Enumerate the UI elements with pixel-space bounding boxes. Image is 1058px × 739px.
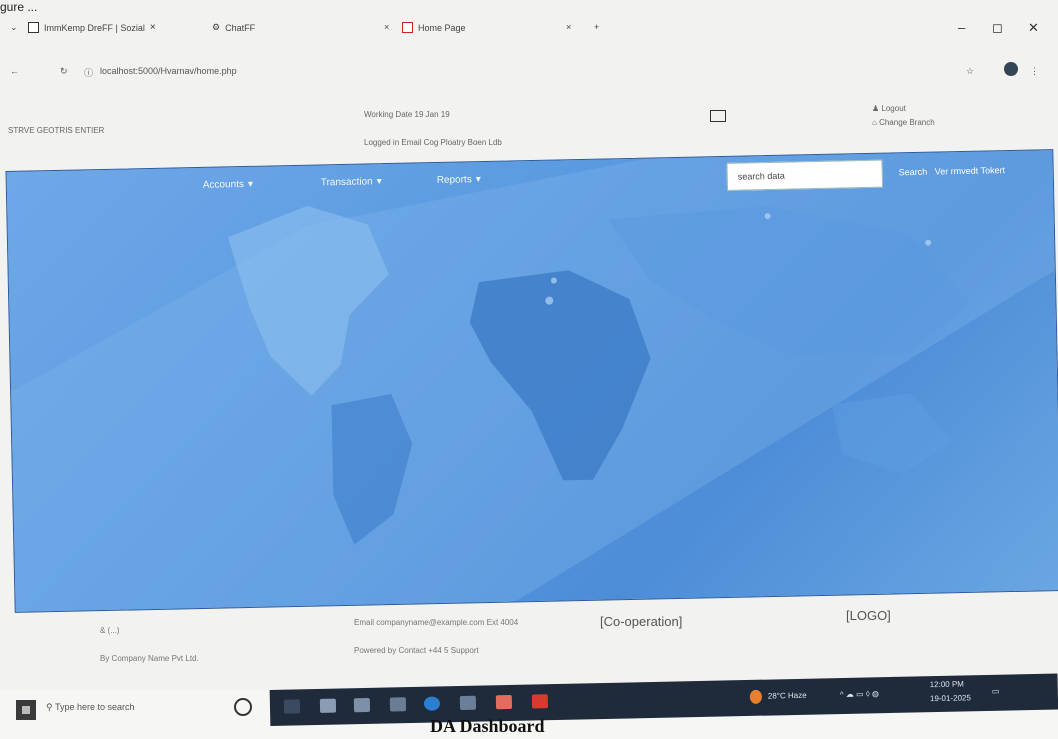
tab-label: ImmKemp DreFF | Sozial [44,22,145,33]
taskbar-search[interactable]: ⚲ Type here to search [46,702,134,713]
new-tab-icon[interactable]: + [594,22,599,32]
tab-chat[interactable]: ⚙ ChatFF [212,22,255,33]
close-icon[interactable]: × [150,22,156,33]
tab-label: Home Page [418,22,466,33]
app-icon[interactable] [495,694,513,710]
login-info: Logged in Email Cog Ploatry Boen Ldb [364,138,502,147]
logout-link[interactable]: ♟ Logout [872,104,906,113]
nav-reports[interactable]: Reports ▾ [437,174,481,186]
clock-time[interactable]: 12:00 PM [930,679,964,689]
tab-home[interactable]: Home Page [402,22,466,33]
tab-menu-icon[interactable]: ⌄ [10,22,18,33]
search-button[interactable]: Search [899,167,928,178]
profile-icon[interactable] [1004,62,1018,76]
caret-down-icon: ▾ [247,178,254,190]
branch-icon: ⌂ [872,118,877,127]
page-icon [402,22,413,33]
nav-reports-label: Reports [436,174,472,186]
user-icon: ♟ [872,104,880,113]
cortana-icon[interactable] [234,698,252,716]
nav-transaction-label: Transaction [320,176,373,189]
search-input[interactable]: search data [726,159,884,191]
restore-button[interactable]: ◻ [992,20,1003,36]
address-bar: ← ↻ ⓘ localhost:5000/Hvarnav/home.php ☆ … [0,58,1058,86]
close-icon[interactable]: × [566,22,571,32]
monitor-icon[interactable] [710,110,726,122]
mail-icon[interactable] [389,697,407,712]
pdf-icon[interactable] [531,694,549,709]
ver-token-link[interactable]: Ver rmvedt Tokert [935,165,1006,176]
file-explorer-icon[interactable] [319,698,337,713]
taskbar-apps-strip: 28°C Haze ^ ☁ ▭ ◊ ◍ 12:00 PM 19-01-2025 … [269,673,1058,726]
back-icon[interactable]: ← [10,66,19,76]
cooperation-label: [Co-operation] [600,614,683,629]
weather-icon[interactable] [749,689,763,704]
working-date: Working Date 19 Jan 19 [364,110,450,119]
footer-company: By Company Name Pvt Ltd. [100,654,199,663]
store-icon[interactable] [353,697,371,713]
world-map-image [11,150,1055,612]
caret-down-icon: ▾ [376,176,382,188]
weather-text[interactable]: 28°C Haze [768,691,807,701]
tab-social[interactable]: ImmKemp DreFF | Sozial × [28,22,156,33]
gear-icon: ⚙ [212,22,221,32]
nav-accounts[interactable]: Accounts ▾ [203,179,253,191]
below-caption: DA Dashboard [430,716,545,736]
taskbar-search-placeholder: Type here to search [54,702,135,712]
close-window-button[interactable]: ✕ [1028,20,1039,36]
hero-banner: Accounts ▾ Transaction ▾ Reports ▾ searc… [5,149,1058,613]
edge-icon[interactable] [423,696,441,711]
url-field[interactable]: localhost:5000/Hvarnav/home.php [100,66,237,76]
footer-copyright: & (...) [100,626,120,635]
menu-icon[interactable]: ⋮ [1030,66,1039,77]
app-icon[interactable] [459,695,477,711]
start-button[interactable] [16,700,36,720]
minimize-button[interactable]: – [958,20,965,35]
tray-icons[interactable]: ^ ☁ ▭ ◊ ◍ [840,689,879,699]
page-footer: & (...) By Company Name Pvt Ltd. Email c… [0,600,1058,678]
footer-email: Email companyname@example.com Ext 4004 [354,618,519,627]
browser-tab-bar: ⌄ ImmKemp DreFF | Sozial × ⚙ ChatFF × Ho… [0,12,1058,44]
tab-label: ChatFF [225,22,256,33]
change-branch-link[interactable]: ⌂ Change Branch [872,118,935,127]
app-header: STRVE GEOTRIS ENTIER Working Date 19 Jan… [0,96,1058,158]
logout-label: Logout [881,104,906,113]
clock-date[interactable]: 19-01-2025 [930,693,971,703]
search-icon: ⚲ [46,702,53,712]
task-view-icon[interactable] [283,699,301,714]
bookmark-icon[interactable]: ☆ [966,66,974,77]
nav-accounts-label: Accounts [202,179,245,191]
close-icon[interactable]: × [384,22,389,32]
info-icon[interactable]: ⓘ [84,66,93,79]
nav-transaction[interactable]: Transaction ▾ [321,176,382,188]
caret-down-icon: ▾ [475,174,481,186]
notification-icon[interactable]: ▭ [992,687,1000,696]
change-branch-label: Change Branch [879,118,935,127]
logo-placeholder: [LOGO] [846,608,891,623]
brand-title: STRVE GEOTRIS ENTIER [8,126,105,135]
page-icon [28,22,39,33]
footer-powered: Powered by Contact +44 5 Support [354,646,479,655]
reload-icon[interactable]: ↻ [60,66,68,77]
